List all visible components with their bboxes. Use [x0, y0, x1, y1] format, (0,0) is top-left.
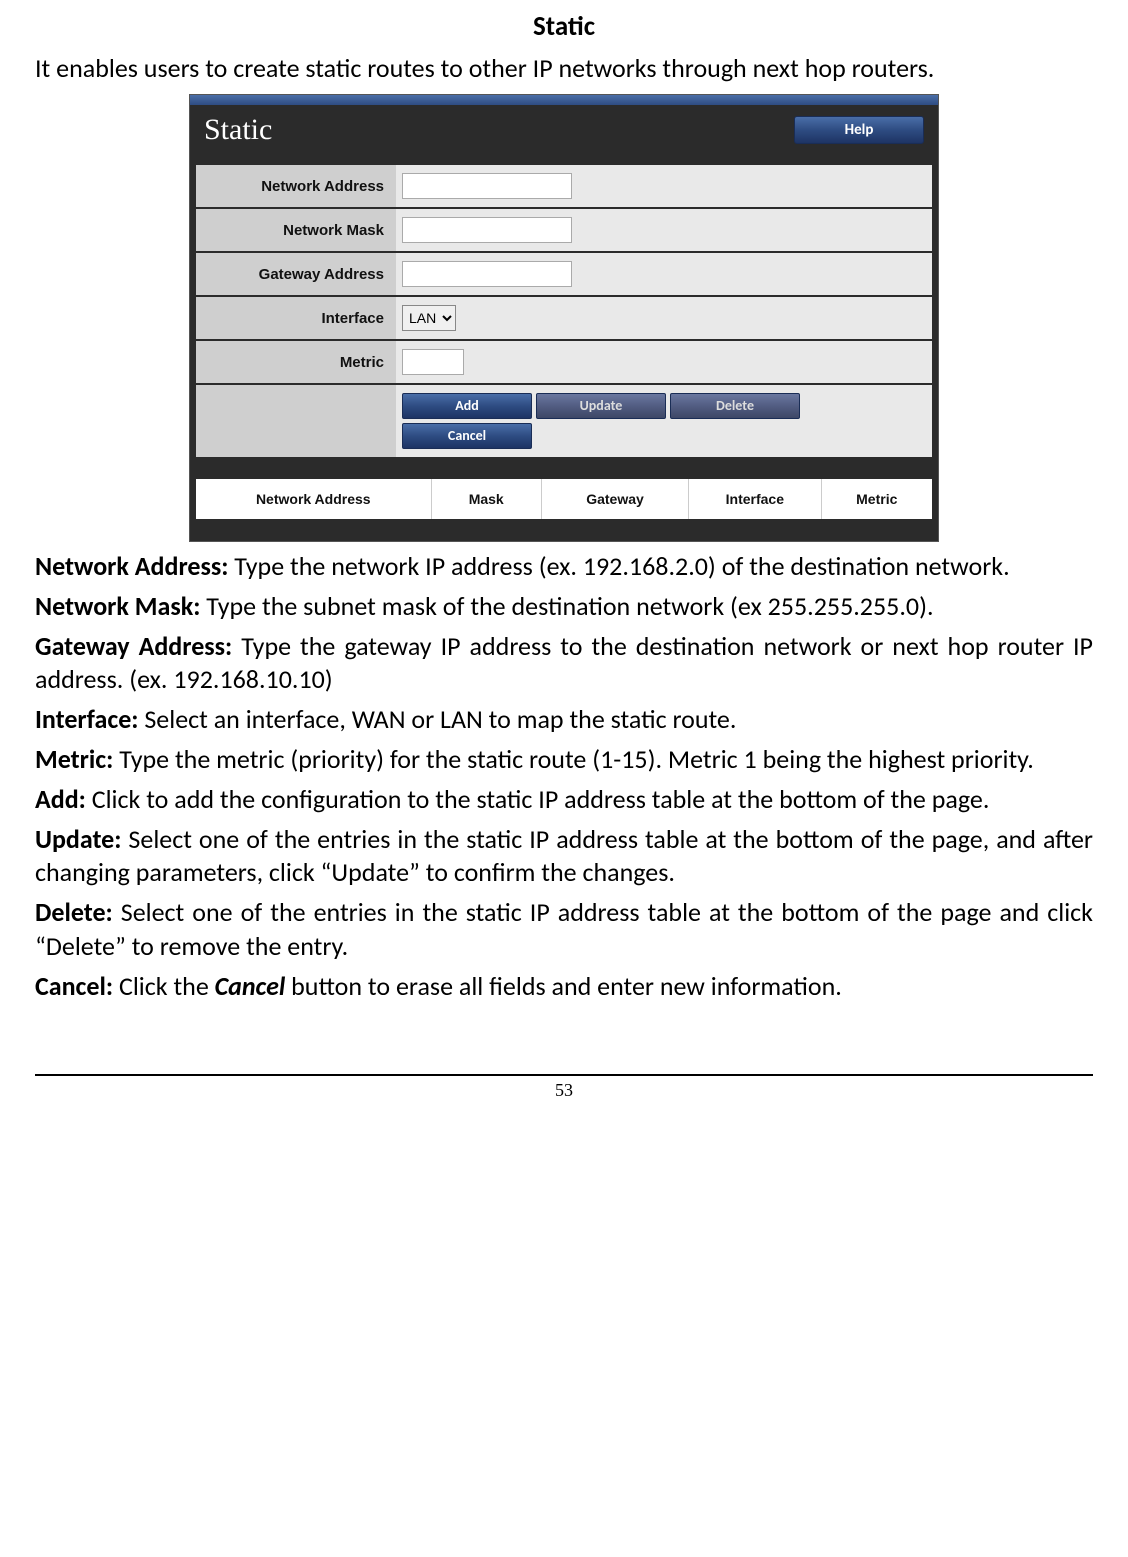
th-gateway: Gateway	[542, 479, 689, 519]
metric-input[interactable]	[402, 349, 464, 375]
desc-network-address-label: Network Address:	[35, 550, 228, 582]
network-mask-input[interactable]	[402, 217, 572, 243]
cell-network-address	[396, 165, 932, 207]
desc-metric-label: Metric:	[35, 743, 113, 775]
desc-cancel-text-c: button to erase all fields and enter new…	[285, 970, 842, 1002]
router-ui-panel: Static Help Network Address Network Mask…	[189, 94, 939, 542]
desc-gateway-address: Gateway Address: Type the gateway IP add…	[35, 630, 1093, 698]
desc-network-mask-text: Type the subnet mask of the destination …	[200, 590, 933, 622]
desc-delete-text: Select one of the entries in the static …	[35, 896, 1093, 962]
desc-cancel-text-b: Cancel	[215, 970, 286, 1002]
row-network-mask: Network Mask	[196, 209, 932, 251]
label-metric: Metric	[196, 341, 396, 383]
desc-network-address-text: Type the network IP address (ex. 192.168…	[228, 550, 1009, 582]
cell-network-mask	[396, 209, 932, 251]
row-interface: Interface LAN	[196, 297, 932, 339]
window-titlebar	[190, 95, 938, 105]
desc-gateway-address-label: Gateway Address:	[35, 630, 232, 662]
label-buttons-empty	[196, 385, 396, 457]
desc-network-mask-label: Network Mask:	[35, 590, 200, 622]
desc-update-label: Update:	[35, 823, 121, 855]
route-table-header: Network Address Mask Gateway Interface M…	[196, 479, 932, 519]
row-buttons: Add Update Delete Cancel	[196, 385, 932, 457]
form-area: Network Address Network Mask Gateway Add…	[190, 161, 938, 541]
desc-cancel: Cancel: Click the Cancel button to erase…	[35, 970, 1093, 1004]
gateway-address-input[interactable]	[402, 261, 572, 287]
add-button[interactable]: Add	[402, 393, 532, 419]
th-network-address: Network Address	[196, 479, 432, 519]
label-network-address: Network Address	[196, 165, 396, 207]
desc-interface: Interface: Select an interface, WAN or L…	[35, 703, 1093, 737]
desc-update: Update: Select one of the entries in the…	[35, 823, 1093, 891]
page-footer: 53	[35, 1074, 1093, 1101]
desc-delete: Delete: Select one of the entries in the…	[35, 896, 1093, 964]
desc-metric: Metric: Type the metric (priority) for t…	[35, 743, 1093, 777]
page-number: 53	[555, 1080, 573, 1100]
row-network-address: Network Address	[196, 165, 932, 207]
cell-metric	[396, 341, 932, 383]
delete-button[interactable]: Delete	[670, 393, 800, 419]
desc-network-address: Network Address: Type the network IP add…	[35, 550, 1093, 584]
cell-interface: LAN	[396, 297, 932, 339]
th-metric: Metric	[822, 479, 932, 519]
panel-title: Static	[204, 113, 272, 147]
interface-select[interactable]: LAN	[402, 305, 456, 331]
row-metric: Metric	[196, 341, 932, 383]
desc-cancel-label: Cancel:	[35, 970, 113, 1002]
desc-delete-label: Delete:	[35, 896, 113, 928]
desc-network-mask: Network Mask: Type the subnet mask of th…	[35, 590, 1093, 624]
update-button[interactable]: Update	[536, 393, 666, 419]
intro-text: It enables users to create static routes…	[35, 51, 1093, 86]
desc-cancel-text-a: Click the	[113, 970, 215, 1002]
desc-add-label: Add:	[35, 783, 86, 815]
label-network-mask: Network Mask	[196, 209, 396, 251]
row-gateway-address: Gateway Address	[196, 253, 932, 295]
desc-add-text: Click to add the configuration to the st…	[86, 783, 990, 815]
desc-update-text: Select one of the entries in the static …	[35, 823, 1093, 889]
panel-header: Static Help	[190, 105, 938, 161]
desc-metric-text: Type the metric (priority) for the stati…	[113, 743, 1033, 775]
label-interface: Interface	[196, 297, 396, 339]
th-mask: Mask	[432, 479, 542, 519]
label-gateway-address: Gateway Address	[196, 253, 396, 295]
cell-buttons: Add Update Delete Cancel	[396, 385, 932, 457]
cancel-button[interactable]: Cancel	[402, 423, 532, 449]
table-gap	[196, 457, 932, 479]
network-address-input[interactable]	[402, 173, 572, 199]
bottom-gap	[196, 519, 932, 531]
help-button[interactable]: Help	[794, 116, 924, 144]
desc-add: Add: Click to add the configuration to t…	[35, 783, 1093, 817]
th-interface: Interface	[689, 479, 821, 519]
desc-interface-text: Select an interface, WAN or LAN to map t…	[138, 703, 736, 735]
page-title: Static	[35, 10, 1093, 43]
cell-gateway-address	[396, 253, 932, 295]
desc-interface-label: Interface:	[35, 703, 138, 735]
